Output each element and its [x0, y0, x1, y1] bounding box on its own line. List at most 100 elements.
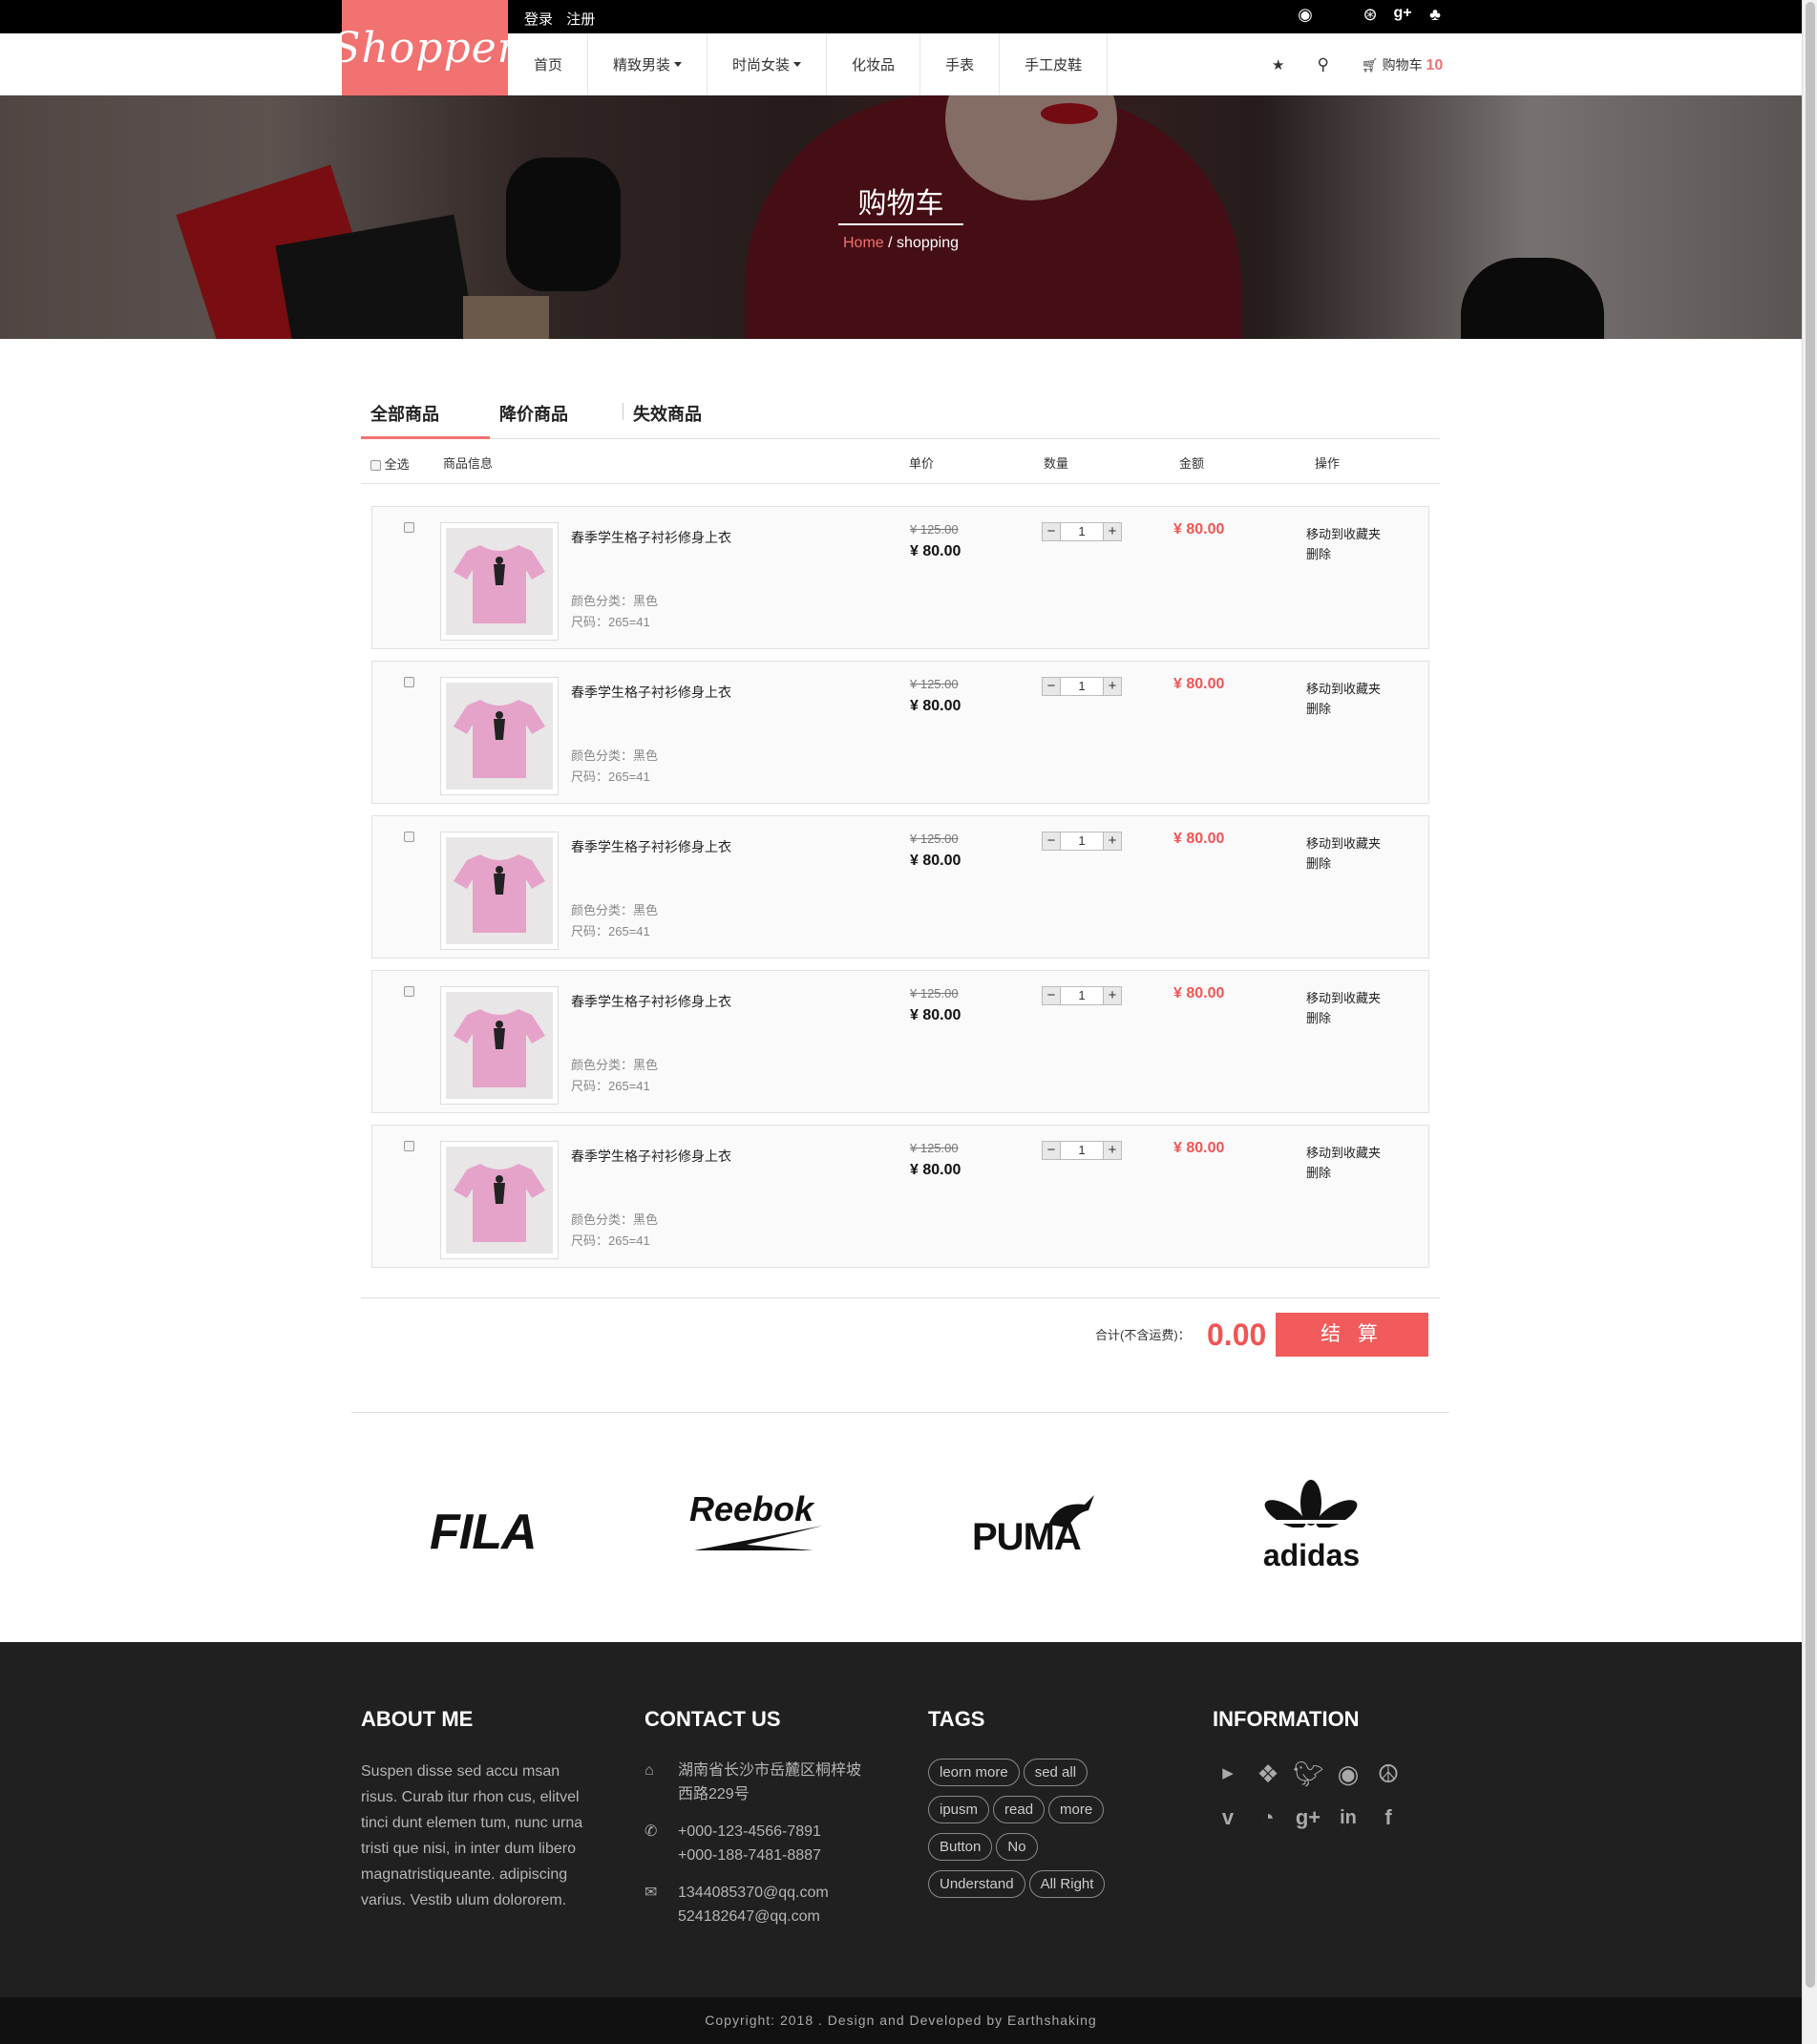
- product-name[interactable]: 春季学生格子衬衫修身上衣: [571, 683, 731, 702]
- linkedin-icon[interactable]: in: [1333, 1802, 1363, 1833]
- product-name[interactable]: 春季学生格子衬衫修身上衣: [571, 1147, 731, 1166]
- tag-pill[interactable]: sed all: [1023, 1759, 1088, 1786]
- facebook-icon[interactable]: f: [1373, 1802, 1404, 1833]
- favorites-star-icon[interactable]: ★: [1272, 56, 1284, 74]
- select-all[interactable]: 全选: [370, 454, 410, 473]
- brand-reebok[interactable]: Reebok: [689, 1489, 833, 1552]
- logo[interactable]: Shopper: [331, 0, 518, 95]
- quantity-input[interactable]: 1: [1061, 522, 1103, 541]
- product-color: 颜色分类：黑色: [571, 1058, 659, 1072]
- tag-pill[interactable]: Button: [928, 1833, 993, 1861]
- product-thumbnail[interactable]: [440, 832, 559, 950]
- move-to-favorites-link[interactable]: 移动到收藏夹: [1306, 524, 1381, 544]
- tag-pill[interactable]: All Right: [1028, 1870, 1106, 1898]
- delete-link[interactable]: 删除: [1306, 1163, 1381, 1183]
- tag-pill[interactable]: Understand: [928, 1870, 1025, 1898]
- increase-button[interactable]: +: [1103, 986, 1122, 1005]
- original-price: ¥ 125.00: [910, 677, 959, 691]
- decrease-button[interactable]: −: [1042, 832, 1061, 851]
- increase-button[interactable]: +: [1103, 832, 1122, 851]
- tag-pill[interactable]: read: [993, 1796, 1046, 1823]
- tag-pill[interactable]: leorn more: [928, 1759, 1020, 1786]
- item-checkbox[interactable]: [404, 832, 414, 842]
- product-attributes: 颜色分类：黑色 尺码：265=41: [571, 746, 658, 788]
- tab-all[interactable]: 全部商品: [361, 390, 490, 439]
- login-link[interactable]: 登录: [524, 11, 553, 28]
- increase-button[interactable]: +: [1103, 522, 1122, 541]
- increase-button[interactable]: +: [1103, 677, 1122, 696]
- dribbble-icon[interactable]: ⊛: [1360, 5, 1381, 25]
- quantity-input[interactable]: 1: [1061, 832, 1103, 851]
- google-plus-icon[interactable]: g+: [1293, 1802, 1323, 1833]
- nav-item[interactable]: 时尚女装: [708, 33, 828, 95]
- page-scrollbar[interactable]: [1802, 0, 1817, 2044]
- youtube-icon[interactable]: ▶: [1213, 1759, 1243, 1789]
- quantity-input[interactable]: 1: [1061, 986, 1103, 1005]
- tab-discount[interactable]: 降价商品: [490, 390, 623, 439]
- tree-icon[interactable]: ♣: [1425, 5, 1446, 25]
- breadcrumb: Home / shopping: [0, 235, 1802, 252]
- tag-pill[interactable]: ipusm: [928, 1796, 990, 1823]
- tag-pill[interactable]: No: [996, 1833, 1038, 1861]
- email-2[interactable]: 524182647@qq.com: [678, 1905, 829, 1928]
- move-to-favorites-link[interactable]: 移动到收藏夹: [1306, 679, 1381, 699]
- decrease-button[interactable]: −: [1042, 1141, 1061, 1160]
- delete-link[interactable]: 删除: [1306, 699, 1381, 719]
- quantity-input[interactable]: 1: [1061, 1141, 1103, 1160]
- item-checkbox[interactable]: [404, 1141, 414, 1151]
- email-1[interactable]: 1344085370@qq.com: [678, 1881, 829, 1905]
- item-amount: ¥ 80.00: [1173, 676, 1225, 692]
- nav-item[interactable]: 首页: [508, 33, 589, 95]
- increase-button[interactable]: +: [1103, 1141, 1122, 1160]
- delete-link[interactable]: 删除: [1306, 853, 1381, 874]
- checkout-button[interactable]: 结 算: [1276, 1313, 1428, 1357]
- decrease-button[interactable]: −: [1042, 986, 1061, 1005]
- product-thumbnail[interactable]: [440, 677, 559, 795]
- quantity-input[interactable]: 1: [1061, 677, 1103, 696]
- breadcrumb-home[interactable]: Home: [843, 235, 884, 251]
- nav-item[interactable]: 手工皮鞋: [1000, 33, 1109, 95]
- item-checkbox[interactable]: [404, 677, 414, 687]
- decrease-button[interactable]: −: [1042, 522, 1061, 541]
- weibo-icon[interactable]: ◉: [1333, 1759, 1363, 1789]
- nav-item[interactable]: 化妆品: [827, 33, 921, 95]
- product-name[interactable]: 春季学生格子衬衫修身上衣: [571, 837, 731, 856]
- twitter-icon[interactable]: 🐦︎: [1293, 1759, 1324, 1789]
- google-plus-icon[interactable]: g+: [1392, 5, 1413, 25]
- nav-item[interactable]: 手表: [920, 33, 1001, 95]
- phone-1: +000-123-4566-7891: [678, 1823, 821, 1840]
- apple-icon[interactable]: [1327, 5, 1348, 25]
- product-thumbnail[interactable]: [440, 522, 559, 641]
- item-checkbox[interactable]: [404, 522, 414, 533]
- delete-link[interactable]: 删除: [1306, 544, 1381, 564]
- select-all-checkbox[interactable]: [370, 460, 381, 472]
- product-thumbnail[interactable]: [440, 986, 559, 1105]
- tab-invalid[interactable]: 失效商品: [623, 390, 711, 439]
- decrease-button[interactable]: −: [1042, 677, 1061, 696]
- cart-label: 购物车: [1382, 56, 1423, 73]
- vimeo-icon[interactable]: v: [1213, 1802, 1243, 1833]
- brand-fila[interactable]: FILA: [430, 1504, 538, 1561]
- delete-link[interactable]: 删除: [1306, 1008, 1381, 1028]
- nav-item[interactable]: 精致男装: [588, 33, 708, 95]
- cart-link[interactable]: 🛒︎ 购物车 10: [1362, 55, 1443, 74]
- brand-adidas[interactable]: adidas: [1257, 1478, 1366, 1573]
- item-checkbox[interactable]: [404, 986, 414, 997]
- product-name[interactable]: 春季学生格子衬衫修身上衣: [571, 528, 731, 547]
- move-to-favorites-link[interactable]: 移动到收藏夹: [1306, 1143, 1381, 1163]
- rss-icon[interactable]: ◔: [1253, 1802, 1283, 1833]
- search-icon[interactable]: ⚲: [1317, 55, 1328, 74]
- product-thumbnail[interactable]: [440, 1141, 559, 1259]
- scrollbar-thumb[interactable]: [1806, 2, 1815, 1988]
- weibo-icon[interactable]: ◉: [1295, 5, 1316, 25]
- dropbox-icon[interactable]: ❖: [1253, 1759, 1283, 1789]
- peace-icon[interactable]: ☮: [1373, 1759, 1404, 1789]
- tag-pill[interactable]: more: [1048, 1796, 1105, 1823]
- move-to-favorites-link[interactable]: 移动到收藏夹: [1306, 988, 1381, 1008]
- footer-tags: TAGS leorn more sed all ipusm read more Butto…: [928, 1707, 1138, 1907]
- product-name[interactable]: 春季学生格子衬衫修身上衣: [571, 992, 731, 1011]
- move-to-favorites-link[interactable]: 移动到收藏夹: [1306, 833, 1381, 853]
- brand-puma[interactable]: PUMA: [972, 1491, 1101, 1559]
- register-link[interactable]: 注册: [566, 11, 595, 28]
- product-attributes: 颜色分类：黑色 尺码：265=41: [571, 1055, 658, 1097]
